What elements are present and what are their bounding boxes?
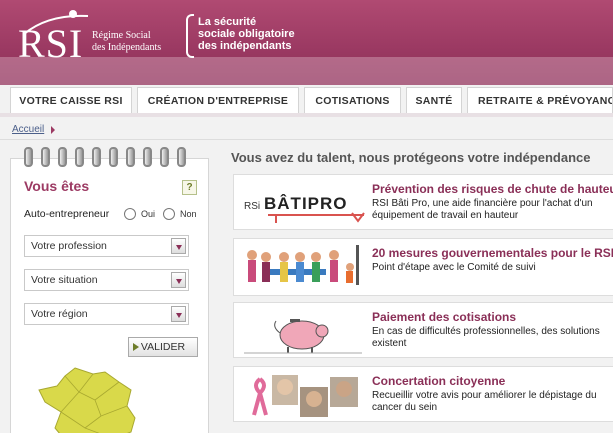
card-description: Recueillir votre avis pour améliorer le …	[372, 390, 597, 413]
chevron-down-icon[interactable]	[171, 238, 186, 254]
tagline-line-2: sociale obligatoire	[198, 28, 295, 40]
tab-votre-caisse[interactable]: VOTRE CAISSE RSI	[10, 87, 132, 113]
main-nav: VOTRE CAISSE RSI CRÉATION D'ENTREPRISE C…	[0, 87, 613, 113]
ring-icon	[143, 147, 152, 167]
nav-underline	[0, 113, 613, 117]
card-description: Point d'étape avec le Comité de suivi	[372, 262, 536, 273]
region-select-value: Votre région	[31, 308, 88, 320]
profession-select-value: Votre profession	[31, 240, 107, 252]
batipro-logo-text-1: RSi	[244, 201, 260, 212]
ring-icon	[58, 147, 67, 167]
card-description: RSI Bâti Pro, une aide financière pour l…	[372, 198, 593, 221]
notebook-rings	[24, 147, 200, 169]
panel-title: Vous êtes	[24, 178, 90, 194]
ring-icon	[177, 147, 186, 167]
card-title[interactable]: 20 mesures gouvernementales pour le RSI	[372, 246, 613, 260]
tab-creation-entreprise[interactable]: CRÉATION D'ENTREPRISE	[137, 87, 299, 113]
tagline-line-3: des indépendants	[198, 40, 292, 52]
card-title[interactable]: Concertation citoyenne	[372, 374, 505, 388]
help-icon[interactable]: ?	[182, 180, 197, 195]
logo-subtitle-line-1: Régime Social	[92, 30, 151, 41]
batipro-logo: RSi BÂTIPRO	[240, 179, 366, 227]
radio-non[interactable]	[163, 208, 175, 220]
card-title[interactable]: Prévention des risques de chute de haute…	[372, 182, 613, 196]
tab-sante[interactable]: SANTÉ	[406, 87, 462, 113]
logo-text: RSI	[18, 21, 84, 66]
ring-icon	[24, 147, 33, 167]
situation-select[interactable]: Votre situation	[24, 269, 189, 291]
news-card[interactable]: Concertation citoyenne Recueillir votre …	[233, 366, 613, 422]
news-card[interactable]: RSi BÂTIPRO Prévention des risques de ch…	[233, 174, 613, 230]
validate-button[interactable]: VALIDER	[128, 337, 198, 357]
radio-oui-label: Oui	[141, 209, 156, 219]
piggy-bank-illustration	[240, 307, 366, 355]
portraits-illustration	[240, 371, 366, 419]
tagline: La sécurité sociale obligatoire des indé…	[186, 14, 295, 58]
rsi-logo[interactable]: RSI Régime Social des Indépendants	[18, 8, 178, 68]
card-description: En cas de difficultés professionnelles, …	[372, 326, 600, 349]
tab-retraite[interactable]: RETRAITE & PRÉVOYANCE	[467, 87, 613, 113]
batipro-logo-text-2: BÂTIPRO	[264, 194, 348, 213]
ring-icon	[160, 147, 169, 167]
people-illustration	[240, 243, 366, 291]
breadcrumb-arrow-icon	[51, 126, 55, 134]
logo-subtitle: Régime Social des Indépendants	[92, 30, 161, 54]
breadcrumb-divider	[0, 139, 613, 140]
card-title[interactable]: Paiement des cotisations	[372, 310, 516, 324]
radio-oui[interactable]	[124, 208, 136, 220]
news-card[interactable]: 20 mesures gouvernementales pour le RSI …	[233, 238, 613, 296]
ring-icon	[41, 147, 50, 167]
ring-icon	[92, 147, 101, 167]
chevron-down-icon[interactable]	[171, 272, 186, 288]
france-map-icon[interactable]	[35, 366, 147, 433]
breadcrumb-home-link[interactable]: Accueil	[12, 124, 44, 135]
ring-icon	[75, 147, 84, 167]
site-header: RSI Régime Social des Indépendants La sé…	[0, 0, 613, 85]
profession-select[interactable]: Votre profession	[24, 235, 189, 257]
news-card[interactable]: Paiement des cotisations En cas de diffi…	[233, 302, 613, 358]
tab-cotisations[interactable]: COTISATIONS	[304, 87, 401, 113]
auto-entrepreneur-label: Auto-entrepreneur	[24, 208, 110, 220]
ring-icon	[109, 147, 118, 167]
chevron-down-icon[interactable]	[171, 306, 186, 322]
tagline-line-1: La sécurité	[198, 16, 257, 28]
radio-non-label: Non	[180, 209, 197, 219]
main-headline: Vous avez du talent, nous protégeons vot…	[231, 150, 591, 165]
logo-subtitle-line-2: des Indépendants	[92, 42, 162, 53]
region-select[interactable]: Votre région	[24, 303, 189, 325]
situation-select-value: Votre situation	[31, 274, 98, 286]
ring-icon	[126, 147, 135, 167]
